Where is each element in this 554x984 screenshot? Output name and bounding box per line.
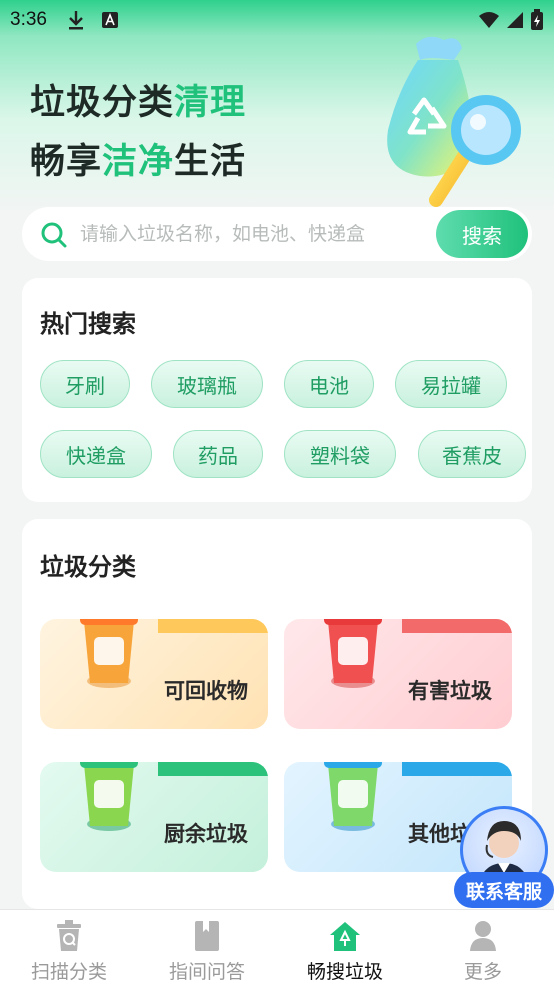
recycle-bag-illustration [387,36,521,207]
hot-search-chip[interactable]: 玻璃瓶 [151,360,263,408]
hot-search-chip[interactable]: 药品 [173,430,263,478]
hero-headline-2-suffix: 生活 [174,142,247,182]
battery-icon [531,9,543,30]
nav-item-more[interactable]: 更多 [414,910,552,984]
category-label: 厨余垃圾 [164,822,248,846]
hero-headline-2: 畅享洁净生活 [30,133,246,184]
nav-label: 更多 [463,961,502,983]
search-button[interactable]: 搜索 [436,210,528,258]
search-icon [41,222,67,248]
hot-search-chip[interactable]: 香蕉皮 [418,430,526,478]
home-recycle-icon [330,922,360,951]
hot-search-chip[interactable]: 电池 [284,360,374,408]
hero-headline-2-prefix: 畅享 [30,142,103,182]
category-tile-kitchen[interactable]: 厨余垃圾 [40,762,268,872]
hero-headline-1-text: 垃圾分类 [30,83,175,123]
kitchen-bin-icon [80,762,138,831]
hero-headline-1: 垃圾分类清理 [30,74,246,125]
customer-service-button[interactable]: 联系客服 [452,806,554,910]
status-time: 3:36 [10,9,47,30]
search-input[interactable] [80,215,420,253]
category-title: 垃圾分类 [40,553,136,581]
category-tile-recyclable[interactable]: 可回收物 [40,619,268,729]
hot-search-card: 热门搜索 牙刷 玻璃瓶 电池 易拉罐 快递盒 药品 塑料袋 香蕉皮 [22,278,532,502]
download-icon [68,11,83,30]
user-icon [470,921,496,951]
other-bin-icon [324,762,382,831]
customer-service-label: 联系客服 [454,872,554,908]
nav-label: 指间问答 [168,961,245,983]
hot-search-chip[interactable]: 塑料袋 [284,430,396,478]
nav-item-qa[interactable]: 指间问答 [138,910,276,984]
nav-label: 扫描分类 [30,961,107,983]
hot-search-chip[interactable]: 快递盒 [40,430,152,478]
nav-label: 畅搜垃圾 [306,961,383,983]
category-label: 可回收物 [164,679,248,703]
hot-search-title: 热门搜索 [40,310,136,338]
hero-headline-1-accent: 清理 [174,83,247,123]
wifi-icon [479,12,499,28]
scan-bin-icon [57,920,81,951]
book-icon [195,921,219,951]
category-label: 有害垃圾 [408,679,492,703]
hot-search-chip[interactable]: 易拉罐 [395,360,507,408]
signal-icon [507,12,523,28]
app-notification-icon [101,12,118,28]
hot-search-chip[interactable]: 牙刷 [40,360,130,408]
hazardous-bin-icon [324,619,382,688]
nav-item-scan[interactable]: 扫描分类 [0,910,138,984]
nav-item-search-trash[interactable]: 畅搜垃圾 [276,910,414,984]
recyclable-bin-icon [80,619,138,688]
hero-headline-2-accent: 洁净 [102,142,175,182]
category-tile-hazardous[interactable]: 有害垃圾 [284,619,512,729]
search-bar: 搜索 [22,207,532,261]
bottom-nav: 扫描分类 指间问答 畅搜垃圾 更多 [0,909,554,984]
